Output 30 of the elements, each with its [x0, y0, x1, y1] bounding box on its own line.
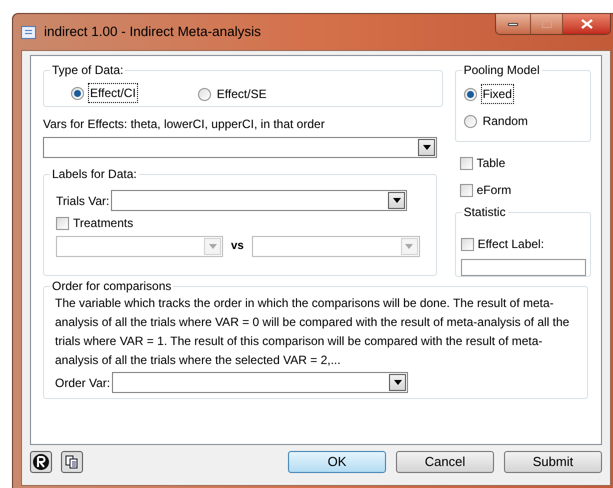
effect-label-field[interactable]	[460, 259, 586, 276]
trials-var-dropdown[interactable]	[111, 190, 408, 211]
vs-label: vs	[231, 238, 244, 254]
r-logo-icon[interactable]	[30, 451, 52, 473]
maximize-button[interactable]	[530, 14, 562, 34]
group-label: Type of Data:	[50, 62, 126, 78]
checkbox-option[interactable]: Effect Label:	[460, 235, 586, 253]
field-label: Trials Var:	[56, 192, 110, 210]
app-icon	[21, 26, 36, 38]
radio-option[interactable]: Fixed	[464, 84, 590, 104]
checkbox-option[interactable]: eForm	[460, 181, 591, 199]
close-button[interactable]	[562, 14, 610, 34]
dialog-button[interactable]: Submit	[504, 451, 602, 473]
dialog-button[interactable]: OK	[288, 451, 386, 473]
minimize-button[interactable]	[496, 14, 530, 34]
description-text: The variable which tracks the order in which the comparisons will be done. The result of meta-analysis of all the trials where VAR = 0 will be compared with the result of meta-analysis of all the trials where VAR = 1. The result of this comparison will be compared with the result of meta-analysis of all the trials where the selected VAR = 2,...	[55, 295, 570, 369]
group-label: Pooling Model	[462, 62, 542, 78]
checkbox-option[interactable]: Table	[460, 154, 591, 172]
group-label: Order for comparisons	[50, 278, 174, 294]
radio-option[interactable]: Random	[464, 112, 590, 130]
copy-icon[interactable]	[61, 451, 83, 473]
close-icon	[580, 19, 592, 29]
field-label: Order Var:	[55, 374, 110, 392]
radio-option[interactable]: Effect/SE	[198, 85, 269, 103]
dialog-button[interactable]: Cancel	[396, 451, 494, 473]
window-title: indirect 1.00 - Indirect Meta-analysis	[44, 22, 261, 41]
checkbox-option[interactable]: Treatments	[56, 214, 436, 232]
effects-vars-dropdown[interactable]	[43, 137, 437, 158]
order-var-dropdown[interactable]	[112, 372, 408, 393]
field-label: Vars for Effects: theta, lowerCI, upperCI, in that order	[43, 116, 326, 132]
